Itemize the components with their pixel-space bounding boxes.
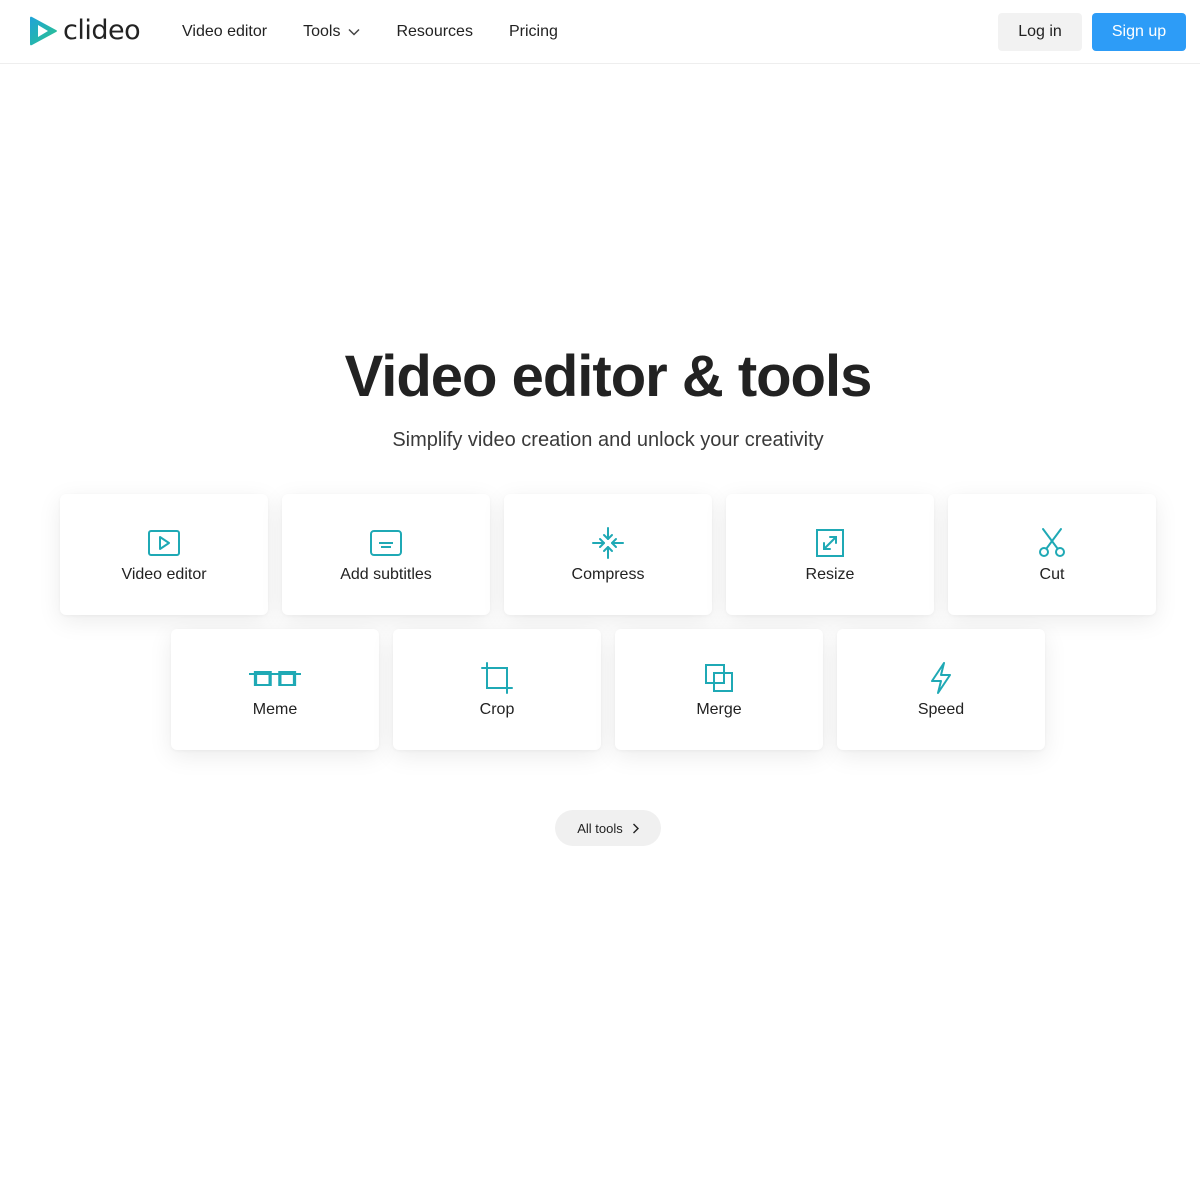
nav-tools[interactable]: Tools: [303, 23, 360, 41]
main-nav: Video editor Tools Resources Pricing: [182, 0, 594, 63]
tool-card-label: Add subtitles: [340, 566, 432, 583]
chevron-down-icon: [348, 28, 360, 36]
tool-card-label: Compress: [571, 566, 645, 583]
tool-card-label: Meme: [252, 701, 298, 718]
nav-resources[interactable]: Resources: [396, 23, 472, 41]
tool-card-resize[interactable]: Resize: [726, 494, 934, 615]
page-title: Video editor & tools: [344, 344, 873, 409]
logo-wordmark: clideo: [63, 15, 141, 46]
all-tools-button[interactable]: All tools: [555, 810, 661, 846]
tool-card-label: Speed: [917, 701, 965, 718]
tool-card-label: Merge: [696, 701, 742, 718]
chevron-right-icon: [632, 823, 639, 833]
tool-card-crop[interactable]: Crop: [393, 629, 601, 750]
play-icon: [148, 530, 180, 556]
all-tools-label: All tools: [577, 820, 623, 836]
tool-card-label: Cut: [1039, 566, 1065, 583]
merge-icon: [705, 664, 733, 692]
tool-card-compress[interactable]: Compress: [504, 494, 712, 615]
tool-card-label: Crop: [479, 701, 515, 718]
clideo-logo[interactable]: clideo: [29, 15, 141, 47]
tool-card-meme[interactable]: Meme: [171, 629, 379, 750]
logo-play-icon: [30, 16, 57, 46]
tool-card-merge[interactable]: Merge: [615, 629, 823, 750]
page-subtitle: Simplify video creation and unlock your …: [392, 429, 824, 451]
subtitles-icon: [370, 530, 402, 556]
tool-card-speed[interactable]: Speed: [837, 629, 1045, 750]
signup-button[interactable]: Sign up: [1092, 13, 1186, 51]
nav-video-editor[interactable]: Video editor: [182, 23, 267, 41]
login-button[interactable]: Log in: [998, 13, 1082, 51]
tool-card-label: Video editor: [121, 566, 207, 583]
tool-card-add-subtitles[interactable]: Add subtitles: [282, 494, 490, 615]
tool-card-video-editor[interactable]: Video editor: [60, 494, 268, 615]
compress-icon: [592, 527, 624, 559]
scissors-icon: [1039, 528, 1065, 557]
resize-icon: [816, 529, 844, 557]
meme-icon: [249, 671, 301, 686]
nav-pricing[interactable]: Pricing: [509, 23, 558, 41]
tool-card-cut[interactable]: Cut: [948, 494, 1156, 615]
site-header: clideo Video editor Tools Resources Pric…: [0, 0, 1200, 64]
lightning-icon: [931, 662, 951, 694]
crop-icon: [481, 662, 513, 694]
nav-tools-label: Tools: [303, 22, 341, 40]
tool-card-label: Resize: [805, 566, 855, 583]
